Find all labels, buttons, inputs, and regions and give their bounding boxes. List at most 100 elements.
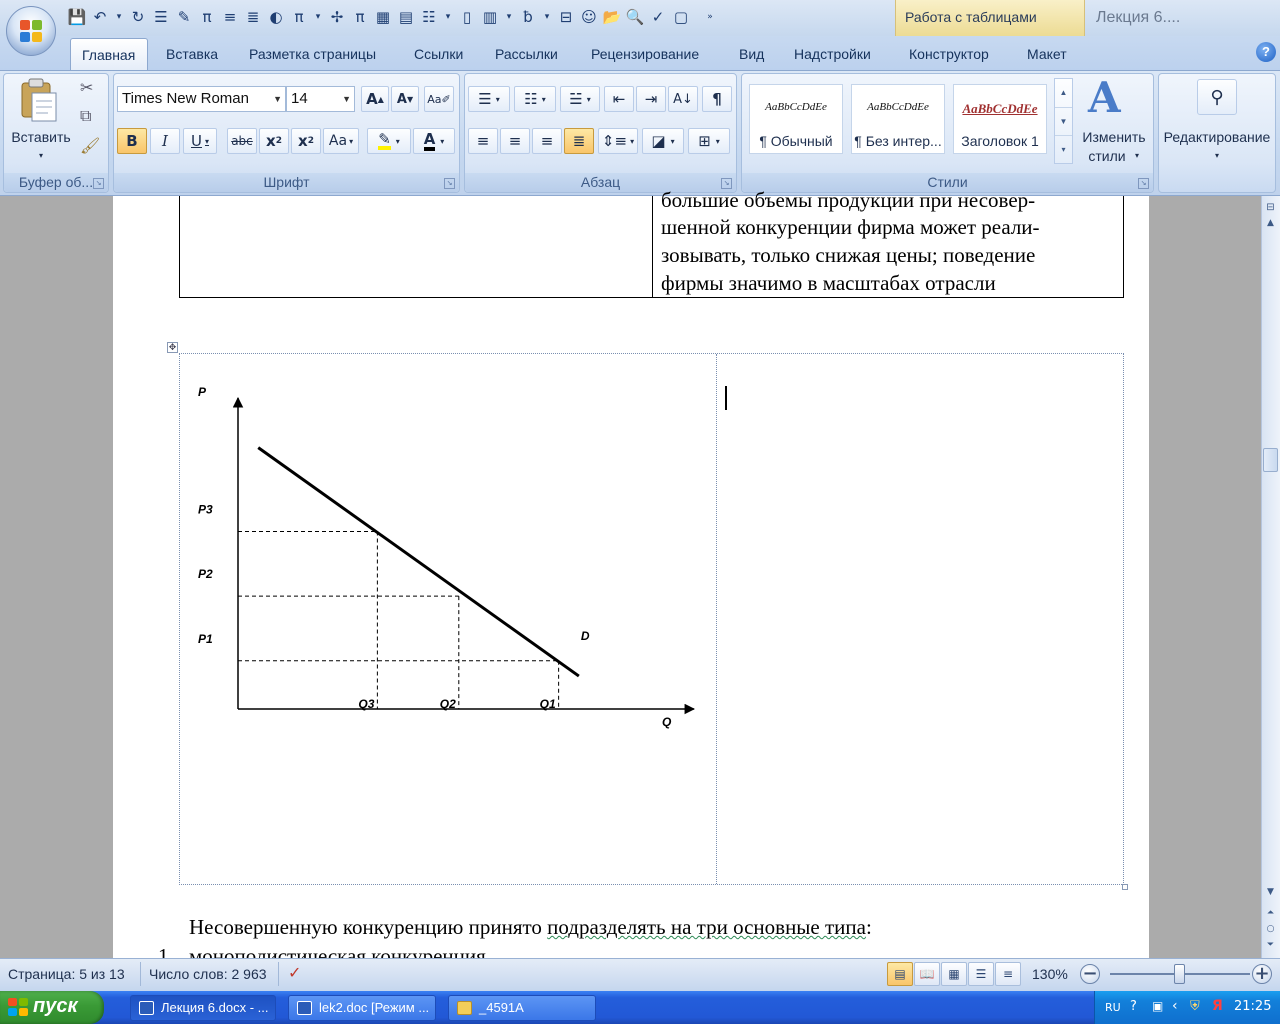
tab-mailings[interactable]: Рассылки [495, 46, 558, 62]
vertical-scrollbar[interactable] [1261, 196, 1280, 958]
justify-button[interactable]: ≣ [564, 128, 594, 154]
line-spacing-button[interactable]: ⇕≡ ▾ [598, 128, 638, 154]
undo-dropdown-icon[interactable]: ▾ [112, 5, 126, 29]
paste-dropdown-icon[interactable]: ▾ [36, 146, 46, 165]
show-marks-button[interactable]: ¶ [702, 86, 732, 112]
tab-home[interactable]: Главная [70, 38, 148, 71]
office-button[interactable] [6, 6, 56, 56]
scrollbar-thumb[interactable] [1263, 448, 1278, 472]
zoom-in-icon[interactable]: + [1252, 964, 1272, 984]
styles-scroll-up-icon[interactable]: ▲ [1055, 79, 1072, 107]
font-size-dropdown-icon[interactable]: ▼ [342, 87, 351, 111]
multilevel-list-button[interactable]: ☱ ▾ [560, 86, 600, 112]
bold-button[interactable]: B [117, 128, 147, 154]
language-indicator[interactable]: RU [1105, 1001, 1121, 1014]
change-case-button[interactable]: Aa ▾ [323, 128, 359, 154]
new-document-icon[interactable]: ▢ [670, 5, 692, 29]
numbering-button[interactable]: ☷ ▾ [514, 86, 556, 112]
page-icon[interactable]: ▯ [456, 5, 478, 29]
shading-button[interactable]: ◪ ▾ [642, 128, 684, 154]
customize-qat-icon[interactable]: » [703, 5, 717, 29]
smiley-icon[interactable]: ☺ [578, 5, 600, 29]
taskbar-item-folder[interactable]: _4591A [448, 995, 596, 1021]
cross-icon[interactable]: ✢ [326, 5, 348, 29]
style-heading-1[interactable]: AaBbCcDdEe Заголовок 1 [953, 84, 1047, 154]
print-layout-view-icon[interactable]: ▤ [887, 962, 913, 986]
shrink-font-button[interactable]: A ▼ [391, 86, 419, 112]
outline-view-icon[interactable]: ☰ [968, 962, 994, 986]
network-tray-icon[interactable]: ▣ [1152, 999, 1163, 1013]
align-left-button[interactable]: ≡ [468, 128, 498, 154]
start-button[interactable]: пуск [0, 991, 104, 1024]
editing-label[interactable]: Редактирование [1158, 128, 1276, 147]
scroll-down-icon[interactable]: ▼ [1263, 884, 1278, 900]
taskbar-item-lecture6[interactable]: Лекция 6.docx - ... [130, 995, 276, 1021]
zoom-out-icon[interactable]: − [1080, 964, 1100, 984]
pi-insert-icon[interactable]: π [349, 5, 371, 29]
copy-icon[interactable]: ⧉ [80, 108, 91, 126]
full-screen-reading-icon[interactable]: 📖 [914, 962, 940, 986]
align-icon[interactable]: ≡ [219, 5, 241, 29]
editing-dropdown-icon[interactable]: ▾ [1212, 146, 1222, 165]
decrease-indent-button[interactable]: ⇤ [604, 86, 634, 112]
grow-font-button[interactable]: A ▲ [361, 86, 389, 112]
shield-tray-icon[interactable]: ⛨ [1190, 999, 1200, 1014]
tab-addins[interactable]: Надстройки [794, 46, 871, 62]
subscript-button[interactable]: x2 [259, 128, 289, 154]
tab-insert[interactable]: Вставка [166, 46, 218, 62]
select-browse-object-icon[interactable]: ○ [1263, 921, 1278, 937]
justify-icon[interactable]: ≣ [242, 5, 264, 29]
print-preview-icon[interactable]: 🔍 [624, 5, 646, 29]
format-painter-icon[interactable]: 🖌 [80, 136, 100, 156]
change-styles-label-2[interactable]: стили [1076, 147, 1138, 166]
clipboard-launcher-icon[interactable]: ↘ [93, 178, 104, 189]
pi-symbol-icon[interactable]: π [288, 5, 310, 29]
binoculars-icon[interactable]: ⚲ [1197, 79, 1237, 115]
next-page-icon[interactable]: ⏷ [1263, 937, 1278, 953]
save-icon[interactable]: 💾 [66, 5, 88, 29]
tab-page-layout[interactable]: Разметка страницы [249, 46, 376, 62]
clear-formatting-button[interactable]: Aa✐ [424, 86, 454, 112]
increase-indent-button[interactable]: ⇥ [636, 86, 666, 112]
table-edit-icon[interactable]: ▤ [395, 5, 417, 29]
help-tray-icon[interactable]: ? [1130, 999, 1137, 1014]
cut-icon[interactable]: ✂ [80, 78, 93, 98]
yandex-tray-icon[interactable]: Я [1212, 998, 1223, 1014]
font-name-combo[interactable]: Times New Roman ▼ [117, 86, 286, 112]
tab-layout[interactable]: Макет [1027, 46, 1067, 62]
font-size-combo[interactable]: 14 ▼ [286, 86, 355, 112]
zoom-slider-knob[interactable] [1174, 964, 1185, 984]
style-no-spacing[interactable]: AaBbCcDdEe ¶ Без интер... [851, 84, 945, 154]
italic-button[interactable]: I [150, 128, 180, 154]
bullets-button[interactable]: ☰ ▾ [468, 86, 510, 112]
draft-view-icon[interactable]: ≡ [995, 962, 1021, 986]
superscript-button[interactable]: x2 [291, 128, 321, 154]
font-launcher-icon[interactable]: ↘ [444, 178, 455, 189]
list-icon[interactable]: ⊟ [555, 5, 577, 29]
taskbar-item-lek2[interactable]: lek2.doc [Режим ... [288, 995, 436, 1021]
font-color-button[interactable]: A ▾ [413, 128, 455, 154]
sort-button[interactable]: A↓ [668, 86, 698, 112]
scroll-up-icon[interactable]: ▲ [1263, 215, 1278, 231]
tab-view[interactable]: Вид [739, 46, 764, 62]
styles-scroll-down-icon[interactable]: ▼ [1055, 107, 1072, 135]
help-icon[interactable]: ? [1256, 42, 1276, 62]
numbered-text-icon[interactable]: ☰ [150, 5, 172, 29]
borders-button[interactable]: ⊞ ▾ [688, 128, 730, 154]
word-counter[interactable]: Число слов: 2 963 [149, 966, 267, 982]
undo-icon[interactable]: ↶ [89, 5, 111, 29]
change-styles-icon[interactable]: A [1088, 76, 1121, 120]
previous-page-icon[interactable]: ⏶ [1263, 905, 1278, 921]
tab-review[interactable]: Рецензирование [591, 46, 699, 62]
align-center-button[interactable]: ≡ [500, 128, 530, 154]
style-normal[interactable]: AaBbCcDdEe ¶ Обычный [749, 84, 843, 154]
tab-design[interactable]: Конструктор [909, 46, 989, 62]
strikethrough-button[interactable]: abc [227, 128, 257, 154]
zoom-level[interactable]: 130% [1032, 966, 1068, 982]
table-move-handle-icon[interactable]: ✥ [167, 342, 178, 353]
proofing-icon[interactable]: ✓ [288, 963, 301, 983]
ruler-toggle-icon[interactable]: ⊟ [1263, 200, 1278, 216]
columns-icon[interactable]: ▥ [479, 5, 501, 29]
page-counter[interactable]: Страница: 5 из 13 [8, 966, 125, 982]
spacing-dropdown-icon[interactable]: ▾ [540, 5, 554, 29]
